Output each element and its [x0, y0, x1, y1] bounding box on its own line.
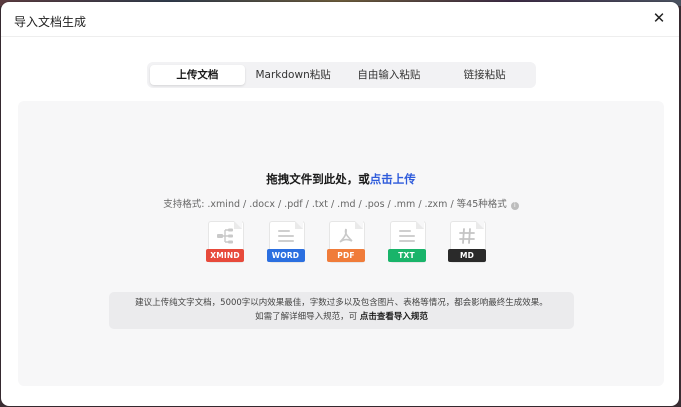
tab-markdown-paste[interactable]: Markdown粘贴	[246, 65, 341, 85]
import-document-dialog: 导入文档生成 ✕ 上传文档 Markdown粘贴 自由输入粘贴 链接粘贴 拖拽文…	[1, 2, 679, 406]
hash-icon	[459, 228, 475, 244]
info-icon[interactable]: i	[510, 202, 519, 210]
txt-file-icon: TXT	[387, 221, 426, 267]
tab-free-input-paste[interactable]: 自由输入粘贴	[342, 65, 437, 85]
document-lines-icon	[277, 230, 294, 242]
md-file-icon: MD	[448, 221, 486, 267]
import-mode-tabs: 上传文档 Markdown粘贴 自由输入粘贴 链接粘贴	[147, 62, 536, 88]
click-upload-link[interactable]: 点击上传	[370, 172, 416, 186]
tip-line-2-text: 如需了解详细导入规范，可	[255, 312, 358, 322]
document-lines-icon	[398, 230, 415, 242]
pdf-icon	[339, 228, 353, 243]
file-drop-zone[interactable]: 拖拽文件到此处，或点击上传 支持格式: .xmind / .docx / .pd…	[18, 101, 664, 386]
file-type-badge: XMIND	[206, 249, 244, 262]
drop-prompt-text: 拖拽文件到此处，或	[266, 172, 370, 186]
file-type-badge: PDF	[327, 249, 365, 262]
xmind-file-icon: XMIND	[206, 221, 244, 267]
file-type-badge: WORD	[266, 249, 305, 262]
file-type-badge: MD	[448, 249, 486, 262]
file-type-badge: TXT	[387, 249, 426, 262]
pdf-file-icon: PDF	[327, 221, 365, 267]
supported-formats: 支持格式: .xmind / .docx / .pdf / .txt / .md…	[18, 196, 664, 210]
view-import-rules-link[interactable]: 点击查看导入规范	[360, 312, 428, 322]
upload-tip: 建议上传纯文字文档，5000字以内效果最佳，字数过多以及包含图片、表格等情况，都…	[109, 292, 574, 329]
tab-link-paste[interactable]: 链接粘贴	[437, 65, 532, 85]
tab-upload-document[interactable]: 上传文档	[150, 65, 245, 85]
file-type-icons: XMIND WORD PDF TXT MD	[206, 221, 486, 267]
mindmap-icon	[217, 228, 233, 244]
dialog-title: 导入文档生成	[14, 15, 87, 29]
tip-line-1: 建议上传纯文字文档，5000字以内效果最佳，字数过多以及包含图片、表格等情况，都…	[135, 298, 548, 308]
dialog-header: 导入文档生成 ✕	[1, 2, 679, 37]
close-icon[interactable]: ✕	[651, 10, 667, 26]
tip-line-2: 如需了解详细导入规范，可 点击查看导入规范	[109, 310, 574, 324]
drop-prompt: 拖拽文件到此处，或点击上传	[18, 171, 664, 187]
supported-formats-text: 支持格式: .xmind / .docx / .pdf / .txt / .md…	[163, 199, 507, 210]
word-file-icon: WORD	[266, 221, 305, 267]
